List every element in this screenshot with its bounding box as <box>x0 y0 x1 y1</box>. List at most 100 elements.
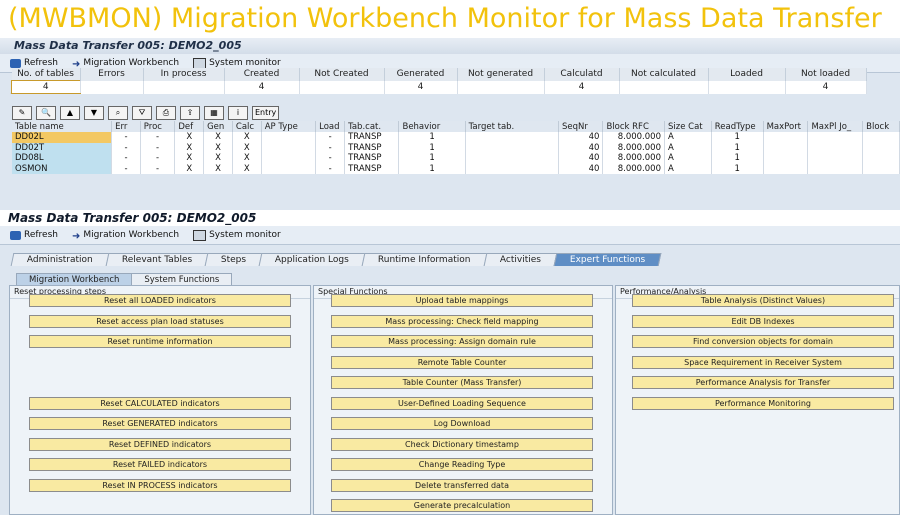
tab-label: Activities <box>500 255 541 265</box>
migration-workbench-button[interactable]: ➜Migration Workbench <box>72 230 179 240</box>
column-header[interactable]: SeqNr <box>558 121 603 132</box>
table-cell: - <box>316 132 345 143</box>
find-icon[interactable]: ⌕ <box>108 106 128 120</box>
monitor-icon <box>193 58 206 69</box>
table-cell: 8.000.000 <box>603 143 665 154</box>
sort-descending-icon[interactable]: ▼ <box>84 106 104 120</box>
column-header[interactable]: Err <box>112 121 141 132</box>
reset-in-process-indicators-button[interactable]: Reset IN PROCESS indicators <box>29 479 291 492</box>
reset-defined-indicators-button[interactable]: Reset DEFINED indicators <box>29 438 291 451</box>
layout-icon[interactable]: ▦ <box>204 106 224 120</box>
table-row[interactable]: DD08L--XXX-TRANSP1408.000.000A1 <box>12 153 900 164</box>
details-icon[interactable]: 🔍 <box>36 106 56 120</box>
reset-failed-indicators-button[interactable]: Reset FAILED indicators <box>29 458 291 471</box>
workbench-label: Migration Workbench <box>83 230 179 240</box>
column-header[interactable]: Tab.cat. <box>345 121 399 132</box>
column-header[interactable]: Target tab. <box>465 121 558 132</box>
find-conversion-objects-for-domain-button[interactable]: Find conversion objects for domain <box>632 335 894 348</box>
refresh-button[interactable]: Refresh <box>10 58 58 68</box>
special-functions-group: Special Functions Upload table mappingsM… <box>313 285 613 515</box>
summary-header: In process <box>143 68 224 81</box>
system-monitor-button[interactable]: System monitor <box>193 58 281 69</box>
migration-workbench-button[interactable]: ➜Migration Workbench <box>72 58 179 68</box>
table-cell: A <box>664 132 711 143</box>
table-cell <box>261 164 315 175</box>
mass-processing-assign-domain-rule-button[interactable]: Mass processing: Assign domain rule <box>331 335 593 348</box>
generate-precalculation-button[interactable]: Generate precalculation <box>331 499 593 512</box>
tab-steps[interactable]: Steps <box>205 253 263 266</box>
summary-header: Not Created <box>299 68 384 81</box>
remote-table-counter-button[interactable]: Remote Table Counter <box>331 356 593 369</box>
table-row[interactable]: OSMON--XXX-TRANSP1408.000.000A1 <box>12 164 900 175</box>
summary-value <box>80 81 143 94</box>
column-header[interactable]: Block RFC <box>603 121 665 132</box>
table-cell <box>763 143 808 154</box>
table-row[interactable]: DD02L--XXX-TRANSP1408.000.000A1 <box>12 132 900 143</box>
summary-value <box>619 81 708 94</box>
tab-label: Expert Functions <box>570 255 645 265</box>
summary-value[interactable]: 4 <box>12 81 81 94</box>
column-header[interactable]: Block <box>863 121 900 132</box>
reset-calculated-indicators-button[interactable]: Reset CALCULATED indicators <box>29 397 291 410</box>
performance-monitoring-button[interactable]: Performance Monitoring <box>632 397 894 410</box>
refresh-label: Refresh <box>24 230 58 240</box>
delete-transferred-data-button[interactable]: Delete transferred data <box>331 479 593 492</box>
reset-all-loaded-indicators-button[interactable]: Reset all LOADED indicators <box>29 294 291 307</box>
filter-icon[interactable]: ⛛ <box>132 106 152 120</box>
upload-table-mappings-button[interactable]: Upload table mappings <box>331 294 593 307</box>
table-counter-mass-transfer-button[interactable]: Table Counter (Mass Transfer) <box>331 376 593 389</box>
print-icon[interactable]: ⎙ <box>156 106 176 120</box>
summary-value: 4 <box>384 81 457 94</box>
space-requirement-in-receiver-system-button[interactable]: Space Requirement in Receiver System <box>632 356 894 369</box>
summary-value: 4 <box>544 81 619 94</box>
table-cell: - <box>140 143 175 154</box>
table-cell: TRANSP <box>345 153 399 164</box>
tab-runtime-information[interactable]: Runtime Information <box>362 253 487 266</box>
column-header[interactable]: Behavior <box>399 121 465 132</box>
table-analysis-distinct-values-button[interactable]: Table Analysis (Distinct Values) <box>632 294 894 307</box>
arrow-right-icon: ➜ <box>72 59 80 68</box>
edit-db-indexes-button[interactable]: Edit DB Indexes <box>632 315 894 328</box>
tab-activities[interactable]: Activities <box>483 253 557 266</box>
column-header[interactable]: Def <box>175 121 204 132</box>
info-icon[interactable]: i <box>228 106 248 120</box>
tab-application-logs[interactable]: Application Logs <box>259 253 366 266</box>
toolbar: Refresh ➜Migration Workbench System moni… <box>0 226 900 245</box>
column-header[interactable]: Calc <box>232 121 261 132</box>
edit-icon[interactable]: ✎ <box>12 106 32 120</box>
mass-processing-check-field-mapping-button[interactable]: Mass processing: Check field mapping <box>331 315 593 328</box>
tab-expert-functions[interactable]: Expert Functions <box>554 253 662 266</box>
sort-ascending-icon[interactable]: ▲ <box>60 106 80 120</box>
user-defined-loading-sequence-button[interactable]: User-Defined Loading Sequence <box>331 397 593 410</box>
change-reading-type-button[interactable]: Change Reading Type <box>331 458 593 471</box>
log-download-button[interactable]: Log Download <box>331 417 593 430</box>
performance-analysis-for-transfer-button[interactable]: Performance Analysis for Transfer <box>632 376 894 389</box>
entry-button[interactable]: Entry <box>252 106 279 120</box>
window-title: Mass Data Transfer 005: DEMO2_005 <box>0 210 900 226</box>
table-cell: 1 <box>399 132 465 143</box>
table-cell <box>763 132 808 143</box>
table-row[interactable]: DD02T--XXX-TRANSP1408.000.000A1 <box>12 143 900 154</box>
system-monitor-button[interactable]: System monitor <box>193 230 281 241</box>
summary-header: Generated <box>384 68 457 81</box>
table-cell: 1 <box>711 164 763 175</box>
reset-generated-indicators-button[interactable]: Reset GENERATED indicators <box>29 417 291 430</box>
column-header[interactable]: MaxPl Jo_ <box>808 121 863 132</box>
column-header[interactable]: Proc <box>140 121 175 132</box>
column-header[interactable]: AP Type <box>261 121 315 132</box>
tab-administration[interactable]: Administration <box>11 253 110 266</box>
reset-access-plan-load-statuses-button[interactable]: Reset access plan load statuses <box>29 315 291 328</box>
column-header[interactable]: ReadType <box>711 121 763 132</box>
refresh-button[interactable]: Refresh <box>10 230 58 240</box>
summary-header: Created <box>224 68 299 81</box>
column-header[interactable]: MaxPort <box>763 121 808 132</box>
column-header[interactable]: Load <box>316 121 345 132</box>
tab-relevant-tables[interactable]: Relevant Tables <box>105 253 208 266</box>
column-header[interactable]: Size Cat <box>664 121 711 132</box>
export-icon[interactable]: ⇪ <box>180 106 200 120</box>
column-header[interactable]: Gen <box>204 121 233 132</box>
table-cell <box>261 132 315 143</box>
column-header[interactable]: Table name <box>12 121 112 132</box>
reset-runtime-information-button[interactable]: Reset runtime information <box>29 335 291 348</box>
check-dictionary-timestamp-button[interactable]: Check Dictionary timestamp <box>331 438 593 451</box>
